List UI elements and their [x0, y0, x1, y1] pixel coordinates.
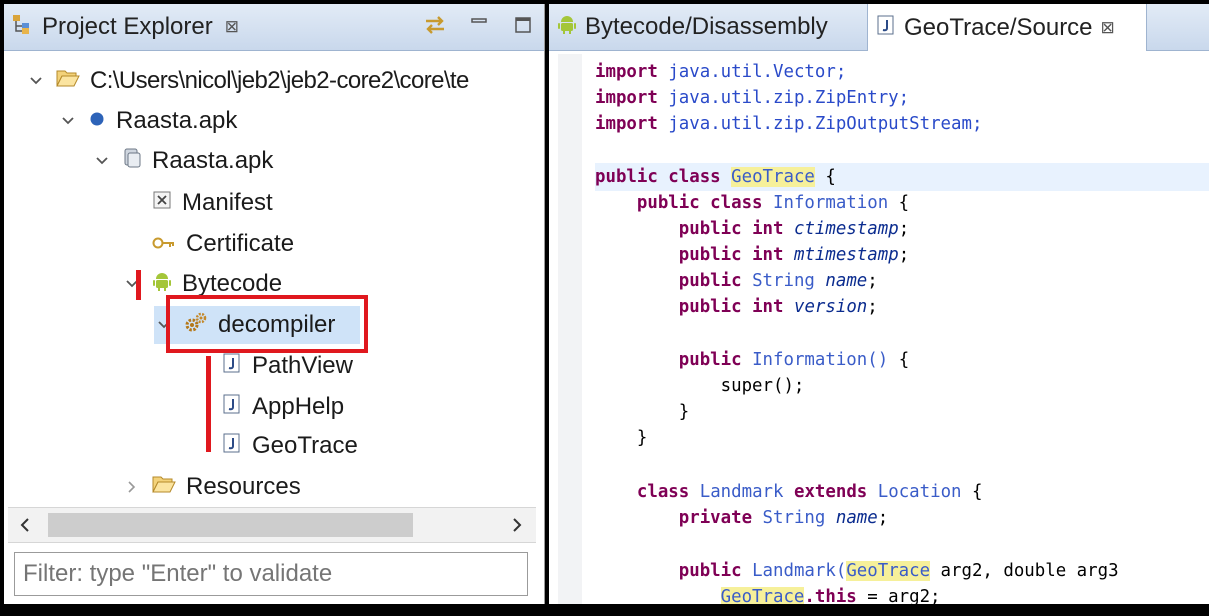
tab-bytecode-disassembly[interactable]: Bytecode/Disassembly — [549, 4, 867, 50]
annotation-box — [166, 295, 368, 353]
tab-label: Bytecode/Disassembly — [585, 13, 828, 40]
scrollbar-thumb[interactable] — [48, 513, 413, 537]
tree-item-label: GeoTrace — [252, 432, 358, 459]
code-line: public class GeoTrace { — [595, 167, 836, 187]
tree-item-manifest[interactable]: Manifest — [152, 184, 273, 222]
tree-item-certificate[interactable]: Certificate — [152, 225, 294, 263]
artifact-dot-icon — [88, 107, 106, 135]
tree-item-label: Resources — [186, 473, 301, 500]
close-icon[interactable]: ⊠ — [225, 17, 239, 37]
xml-icon — [152, 189, 172, 217]
tree-item-project-path[interactable]: C:\Users\nicol\jeb2\jeb2-core2\core\te — [26, 62, 469, 100]
minimize-icon[interactable] — [466, 12, 492, 38]
code-line: private String name; — [678, 508, 889, 528]
filter-input[interactable] — [14, 552, 528, 596]
close-icon[interactable]: ⊠ — [1101, 18, 1115, 38]
chevron-right-icon[interactable] — [504, 512, 530, 538]
code-line: public String name; — [678, 271, 878, 291]
code-line: import java.util.Vector; — [595, 62, 847, 82]
tree-item-apphelp[interactable]: AppHelp — [222, 388, 344, 426]
folder-open-icon — [152, 473, 176, 501]
view-toolbar — [422, 12, 536, 38]
code-line: public int version; — [678, 297, 878, 317]
chevron-down-icon[interactable] — [26, 74, 46, 88]
code-line: } — [636, 428, 648, 448]
link-with-editor-icon[interactable] — [422, 12, 448, 38]
code-line: public Landmark(GeoTrace arg2, double ar… — [678, 561, 1119, 581]
key-icon — [152, 230, 176, 258]
tree-item-geotrace[interactable]: GeoTrace — [222, 427, 358, 465]
project-tree: C:\Users\nicol\jeb2\jeb2-core2\core\te R… — [4, 52, 544, 507]
code-line: import java.util.zip.ZipOutputStream; — [595, 114, 983, 134]
tree-item-label: Raasta.apk — [116, 107, 238, 134]
code-line: super(); — [720, 376, 805, 396]
code-line: class Landmark extends Location { — [636, 482, 983, 502]
tree-item-raasta-artifact[interactable]: Raasta.apk — [58, 102, 237, 140]
java-file-icon — [222, 352, 242, 380]
code-line: GeoTrace.this = arg2; — [595, 584, 941, 604]
editor-tab-bar: Bytecode/Disassembly GeoTrace/Source ⊠ — [549, 4, 1209, 51]
editor-panel: Bytecode/Disassembly GeoTrace/Source ⊠ i… — [549, 4, 1209, 604]
annotation-marker — [206, 356, 211, 452]
chevron-right-icon[interactable] — [122, 480, 142, 494]
tree-item-label: C:\Users\nicol\jeb2\jeb2-core2\core\te — [90, 67, 469, 94]
chevron-down-icon[interactable] — [58, 114, 78, 128]
tab-label: GeoTrace/Source — [904, 13, 1093, 41]
project-explorer-tab-bar: Project Explorer ⊠ — [4, 4, 544, 51]
tree-item-label: Manifest — [182, 189, 273, 216]
java-file-icon — [222, 432, 242, 460]
tree-item-label: PathView — [252, 352, 353, 379]
horizontal-scrollbar[interactable] — [8, 507, 536, 543]
tree-item-resources[interactable]: Resources — [122, 468, 301, 506]
tree-item-label: Certificate — [186, 230, 295, 257]
code-line: } — [678, 402, 690, 422]
tree-item-label: AppHelp — [252, 393, 345, 420]
java-file-icon — [222, 393, 242, 421]
tree-item-raasta-apk[interactable]: Raasta.apk — [92, 142, 273, 180]
tree-item-label: Bytecode — [182, 270, 283, 297]
code-line: public int mtimestamp; — [678, 245, 910, 265]
code-line: public class Information { — [636, 193, 910, 213]
code-line: public Information() { — [678, 350, 910, 370]
code-line: import java.util.zip.ZipEntry; — [595, 88, 910, 108]
apk-unit-icon — [122, 147, 142, 176]
chevron-left-icon[interactable] — [12, 512, 38, 538]
maximize-icon[interactable] — [510, 12, 536, 38]
project-explorer-title: Project Explorer — [42, 13, 213, 40]
android-icon — [557, 13, 577, 42]
chevron-down-icon[interactable] — [92, 154, 112, 168]
project-explorer-panel: Project Explorer ⊠ C:\Users\nicol\jeb2\j… — [4, 4, 545, 604]
tab-geotrace-source[interactable]: GeoTrace/Source ⊠ — [867, 4, 1147, 51]
tree-item-label: Raasta.apk — [152, 147, 274, 174]
folder-open-icon — [56, 67, 80, 95]
package-explorer-icon — [12, 13, 34, 42]
java-file-icon — [876, 14, 896, 42]
editor-gutter — [558, 54, 582, 604]
project-explorer-tab[interactable]: Project Explorer ⊠ — [4, 4, 249, 50]
code-line: public int ctimestamp; — [678, 219, 910, 239]
annotation-marker — [136, 270, 141, 300]
